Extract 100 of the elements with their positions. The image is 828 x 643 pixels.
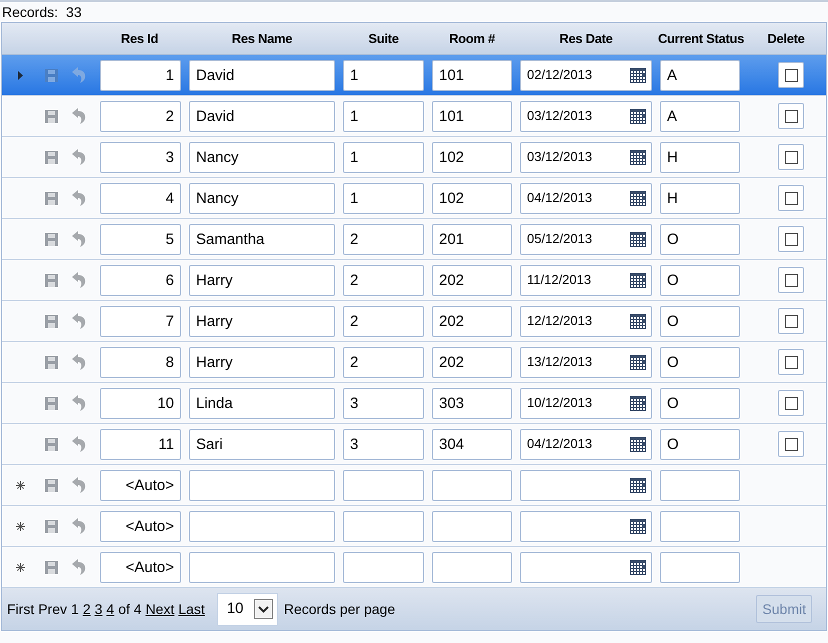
- input-field[interactable]: 6: [100, 264, 181, 296]
- input-field[interactable]: A: [660, 100, 740, 132]
- date-field[interactable]: 11/12/2013: [520, 264, 652, 296]
- date-field[interactable]: 03/12/2013: [520, 100, 652, 132]
- input-field[interactable]: 2: [343, 346, 424, 378]
- date-field[interactable]: 10/12/2013: [520, 388, 652, 418]
- page-size-select[interactable]: 10: [216, 592, 278, 626]
- input-field[interactable]: 102: [432, 182, 512, 214]
- input-field[interactable]: 3: [343, 428, 424, 460]
- input-field[interactable]: Harry: [189, 306, 335, 336]
- column-header[interactable]: Delete: [767, 28, 805, 48]
- pager-link[interactable]: 2: [82, 598, 91, 620]
- input-field[interactable]: Nancy: [189, 142, 335, 172]
- input-field[interactable]: H: [660, 142, 740, 172]
- calendar-icon[interactable]: [630, 436, 646, 452]
- input-field[interactable]: 5: [100, 224, 181, 254]
- undo-icon[interactable]: [72, 436, 86, 452]
- input-field[interactable]: 202: [432, 346, 512, 378]
- calendar-icon[interactable]: [630, 560, 646, 574]
- date-field[interactable]: 04/12/2013: [520, 182, 652, 214]
- save-icon[interactable]: [44, 192, 58, 204]
- input-field[interactable]: [343, 510, 424, 542]
- input-field[interactable]: Nancy: [189, 182, 335, 214]
- input-field[interactable]: 101: [432, 60, 512, 90]
- save-icon[interactable]: [44, 150, 58, 164]
- undo-icon[interactable]: [72, 67, 86, 83]
- input-field[interactable]: Samantha: [189, 224, 335, 254]
- delete-checkbox[interactable]: [784, 192, 798, 204]
- input-field[interactable]: 202: [432, 264, 512, 296]
- date-field[interactable]: 04/12/2013: [520, 428, 652, 460]
- calendar-icon[interactable]: [630, 190, 646, 206]
- input-field[interactable]: Sari: [189, 428, 335, 460]
- save-icon[interactable]: [44, 68, 58, 82]
- input-field[interactable]: [343, 470, 424, 500]
- undo-icon[interactable]: [72, 313, 86, 329]
- calendar-icon[interactable]: [630, 150, 646, 164]
- calendar-icon[interactable]: [630, 354, 646, 370]
- column-header[interactable]: Res Name: [232, 28, 292, 48]
- undo-icon[interactable]: [72, 395, 86, 411]
- input-field[interactable]: 2: [343, 306, 424, 336]
- pager-link[interactable]: Next: [146, 598, 174, 620]
- date-field[interactable]: 13/12/2013: [520, 346, 652, 378]
- input-field[interactable]: H: [660, 182, 740, 214]
- pager-link[interactable]: 1: [71, 598, 79, 620]
- input-field[interactable]: 10: [100, 388, 181, 418]
- input-field[interactable]: 201: [432, 224, 512, 254]
- input-field[interactable]: 1: [343, 100, 424, 132]
- calendar-icon[interactable]: [630, 272, 646, 288]
- input-field[interactable]: [432, 470, 512, 500]
- input-field[interactable]: David: [189, 100, 335, 132]
- undo-icon[interactable]: [72, 477, 86, 493]
- save-icon[interactable]: [44, 560, 58, 574]
- input-field[interactable]: David: [189, 60, 335, 90]
- input-field[interactable]: 1: [343, 142, 424, 172]
- calendar-icon[interactable]: [630, 518, 646, 534]
- input-field[interactable]: 8: [100, 346, 181, 378]
- input-field[interactable]: 1: [100, 60, 181, 90]
- input-field[interactable]: 3: [100, 142, 181, 172]
- input-field[interactable]: 102: [432, 142, 512, 172]
- undo-icon[interactable]: [72, 108, 86, 124]
- column-header[interactable]: Current Status: [656, 28, 744, 48]
- date-field[interactable]: [520, 552, 652, 582]
- save-icon[interactable]: [44, 438, 58, 450]
- input-field[interactable]: 2: [343, 264, 424, 296]
- save-icon[interactable]: [44, 520, 58, 532]
- input-field[interactable]: [660, 552, 740, 582]
- delete-checkbox[interactable]: [784, 314, 798, 328]
- input-field[interactable]: Harry: [189, 264, 335, 296]
- input-field[interactable]: [432, 510, 512, 542]
- input-field[interactable]: [343, 552, 424, 582]
- pager-link[interactable]: 3: [94, 598, 102, 620]
- column-header[interactable]: Suite: [368, 28, 399, 48]
- column-header[interactable]: Res Date: [559, 28, 613, 48]
- save-icon[interactable]: [44, 232, 58, 246]
- input-field[interactable]: [660, 510, 740, 542]
- date-field[interactable]: [520, 470, 652, 500]
- input-field[interactable]: O: [660, 224, 740, 254]
- input-field[interactable]: O: [660, 428, 740, 460]
- calendar-icon[interactable]: [630, 314, 646, 328]
- delete-checkbox[interactable]: [784, 110, 798, 122]
- input-field[interactable]: 304: [432, 428, 512, 460]
- calendar-icon[interactable]: [630, 108, 646, 124]
- input-field[interactable]: 1: [343, 60, 424, 90]
- calendar-icon[interactable]: [630, 478, 646, 492]
- date-field[interactable]: 02/12/2013: [520, 60, 652, 90]
- grid-row[interactable]: 1 David 1 101 02/12/2013 A: [2, 55, 826, 96]
- input-field[interactable]: O: [660, 388, 740, 418]
- undo-icon[interactable]: [72, 559, 86, 575]
- undo-icon[interactable]: [72, 518, 86, 534]
- input-field[interactable]: O: [660, 264, 740, 296]
- input-field[interactable]: [189, 510, 335, 542]
- undo-icon[interactable]: [72, 354, 86, 370]
- input-field[interactable]: 202: [432, 306, 512, 336]
- undo-icon[interactable]: [72, 190, 86, 206]
- save-icon[interactable]: [44, 478, 58, 492]
- pager-link[interactable]: 4: [106, 598, 114, 620]
- input-field[interactable]: [432, 552, 512, 582]
- delete-checkbox[interactable]: [784, 274, 798, 286]
- date-field[interactable]: 05/12/2013: [520, 224, 652, 254]
- calendar-icon[interactable]: [630, 68, 646, 82]
